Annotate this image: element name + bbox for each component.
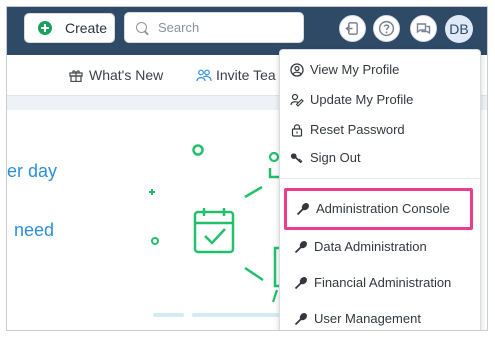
key-icon <box>290 151 304 165</box>
create-button[interactable]: Create <box>24 13 115 43</box>
calendar-illustration <box>149 144 287 317</box>
app-window: Create DB <box>6 6 488 331</box>
whats-new-link[interactable]: What's New <box>69 67 163 83</box>
menu-item-financial-administration[interactable]: Financial Administration <box>294 275 451 290</box>
menu-item-label: Sign Out <box>310 150 361 165</box>
search-icon <box>136 22 147 33</box>
menu-item-user-management[interactable]: User Management <box>294 311 421 326</box>
menu-item-view-profile[interactable]: View My Profile <box>290 62 399 77</box>
user-circle-icon <box>290 62 304 77</box>
avatar[interactable]: DB <box>445 15 473 43</box>
user-menu-dropdown: View My Profile Update My Profile Reset … <box>279 49 481 330</box>
menu-item-reset-password[interactable]: Reset Password <box>290 122 405 137</box>
menu-item-label: Data Administration <box>314 239 427 254</box>
search-box[interactable] <box>124 12 304 43</box>
wrench-icon <box>294 276 308 290</box>
menu-item-label: Financial Administration <box>314 275 452 290</box>
plus-icon <box>38 21 52 35</box>
help-icon <box>378 20 395 37</box>
whats-new-label: What's New <box>89 67 164 83</box>
menu-item-data-administration[interactable]: Data Administration <box>294 239 427 254</box>
help-button[interactable] <box>373 15 400 42</box>
invite-team-link[interactable]: Invite Tea <box>196 67 276 83</box>
lock-icon <box>290 123 304 137</box>
menu-item-label: Administration Console <box>316 201 450 216</box>
search-input[interactable] <box>156 19 300 36</box>
menu-item-label: Reset Password <box>310 122 405 137</box>
menu-divider <box>280 178 480 179</box>
invite-team-label: Invite Tea <box>216 67 276 83</box>
create-button-label: Create <box>65 20 108 36</box>
sign-out-button[interactable] <box>339 15 366 42</box>
menu-item-update-profile[interactable]: Update My Profile <box>290 92 413 107</box>
menu-item-administration-console[interactable]: Administration Console <box>296 201 450 216</box>
menu-item-label: User Management <box>314 311 421 326</box>
user-edit-icon <box>290 93 304 107</box>
menu-item-label: View My Profile <box>310 62 400 77</box>
team-icon <box>196 69 212 81</box>
wrench-icon <box>296 202 310 216</box>
chat-button[interactable] <box>410 15 437 42</box>
gift-icon <box>69 69 83 82</box>
menu-item-sign-out[interactable]: Sign Out <box>290 150 361 165</box>
hero-text-line-1: er day <box>7 161 58 181</box>
wrench-icon <box>294 240 308 254</box>
wrench-icon <box>294 312 308 326</box>
top-nav-bar: Create DB <box>7 7 487 55</box>
hero-text-line-2: need <box>14 220 55 240</box>
menu-item-label: Update My Profile <box>310 92 414 107</box>
sign-out-icon <box>345 22 358 35</box>
chat-icon <box>416 22 431 34</box>
